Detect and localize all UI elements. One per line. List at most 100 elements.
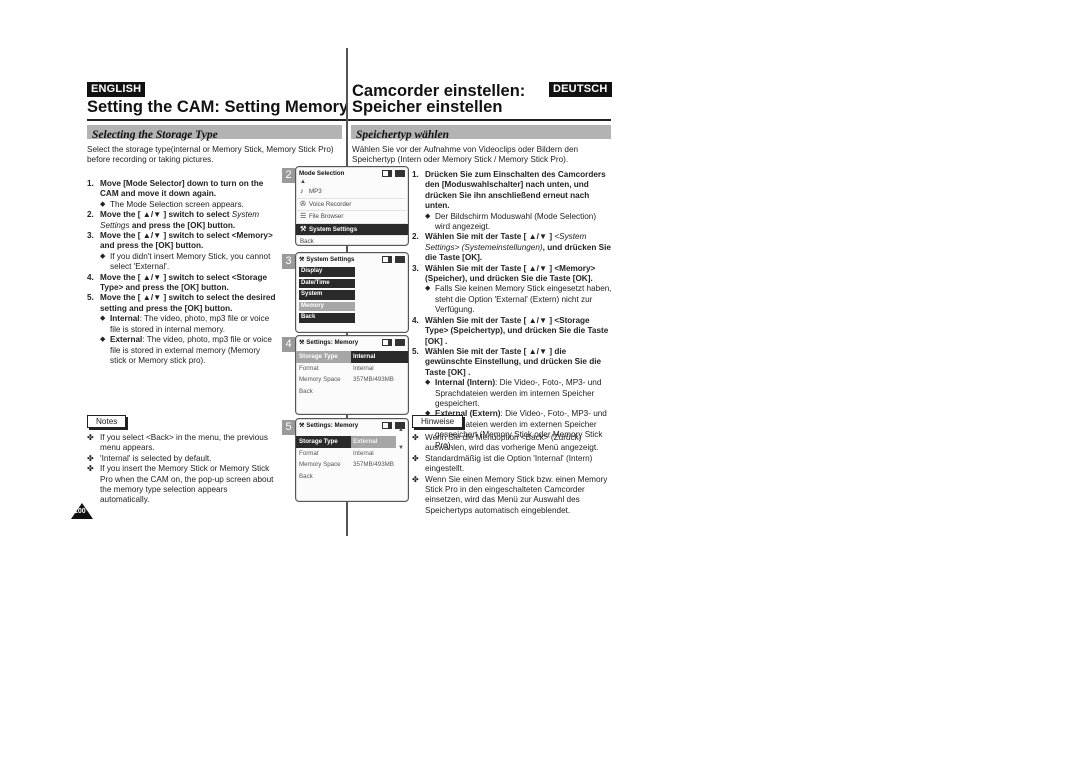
setting-key: Format — [299, 449, 319, 457]
step-number: 3. — [87, 231, 94, 241]
setting-row-back[interactable]: Back — [296, 386, 408, 398]
menu-item-label: Voice Recorder — [309, 200, 352, 208]
note-text: Wenn Sie einen Memory Stick bzw. einen M… — [425, 474, 608, 515]
menu-item-label: MP3 — [309, 188, 322, 195]
clover-bullet-icon: ✤ — [87, 464, 94, 474]
external-label: External — [110, 335, 143, 345]
screen-title: ⚒ Settings: Memory — [299, 421, 359, 429]
setting-row-back[interactable]: Back — [296, 471, 408, 483]
step-2: 2. Wählen Sie mit der Taste [ ▲/▼ ] <Syst… — [412, 232, 612, 263]
setting-key: Storage Type — [296, 351, 351, 363]
bullet-text: Internal: The video, photo, mp3 file or … — [110, 314, 277, 335]
screen-header: ⚒ Settings: Memory — [296, 419, 408, 431]
setting-key: Memory Space — [299, 376, 341, 383]
step-3: 3. Move the [ ▲/▼ ] switch to select <Me… — [87, 231, 277, 252]
step-text: Move the [ ▲/▼ ] switch to select <Memor… — [100, 231, 273, 251]
bullet-text: External: The video, photo, mp3 file or … — [110, 335, 277, 366]
menu-item-label: File Browser — [309, 213, 344, 220]
menu-item-back[interactable]: Back — [299, 313, 355, 323]
bullet-text: Der Bildschirm Moduswahl (Mode Selection… — [435, 211, 597, 232]
setting-row-format[interactable]: Format Internal — [296, 363, 408, 375]
screen-step-number: 4 — [282, 337, 295, 352]
step-text: Move the [ ▲/▼ ] switch to select the de… — [100, 293, 276, 313]
step-5: 5. Wählen Sie mit der Taste [ ▲/▼ ] die g… — [412, 347, 612, 378]
section-title-german: Speichertyp wählen — [356, 129, 449, 141]
step-text: Move the [ ▲/▼ ] switch to select <Stora… — [100, 272, 268, 293]
menu-item-memory[interactable]: Memory — [299, 301, 355, 311]
settings-icon: ⚒ — [300, 225, 307, 233]
section-title-english: Selecting the Storage Type — [92, 129, 218, 141]
language-badge-english: ENGLISH — [87, 82, 146, 97]
note-text: Wenn Sie die Menüoption <Back> (Zurück) … — [425, 433, 599, 453]
scroll-up-icon: ▲ — [300, 179, 306, 185]
step-number: 1. — [87, 179, 94, 188]
clover-bullet-icon: ✤ — [412, 453, 419, 463]
language-badge-german: DEUTSCH — [549, 82, 612, 97]
setting-value: Internal — [351, 351, 408, 363]
bullet-internal: ◆ Internal: The video, photo, mp3 file o… — [87, 314, 277, 335]
note-item: ✤ If you insert the Memory Stick or Memor… — [87, 464, 279, 506]
step-number: 2. — [412, 232, 419, 242]
bullet-no-memory-stick: ◆ If you didn't insert Memory Stick, you… — [87, 252, 277, 273]
setting-row-format[interactable]: Format Internal — [296, 448, 408, 460]
menu-item-system-settings[interactable]: ⚒ System Settings — [296, 223, 408, 236]
setting-row-memory-space: Memory Space 357MB/493MB — [296, 459, 408, 471]
note-item: ✤ If you select <Back> in the menu, the p… — [87, 433, 279, 454]
step-4: 4. Move the [ ▲/▼ ] switch to select <St… — [87, 273, 277, 294]
step-text-a: Move the [ ▲/▼ ] switch to select — [100, 210, 232, 220]
menu-item-system[interactable]: System — [299, 290, 355, 300]
setting-row-storage-type[interactable]: Storage Type External — [296, 436, 396, 448]
menu-item-file-browser[interactable]: ☰ File Browser — [296, 211, 408, 224]
setting-value: 357MB/493MB — [353, 461, 394, 468]
clover-bullet-icon: ✤ — [412, 433, 419, 442]
file-browser-icon: ☰ — [300, 213, 307, 220]
bullet-mode-selection: ◆ Der Bildschirm Moduswahl (Mode Selectio… — [412, 212, 612, 233]
section-bar-german: Speichertyp wählen — [351, 125, 611, 141]
setting-row-storage-type[interactable]: Storage Type Internal — [296, 351, 408, 363]
screen-step-number: 5 — [282, 420, 295, 435]
diamond-bullet-icon: ◆ — [100, 200, 106, 208]
setting-value: Internal — [353, 364, 374, 372]
bullet-text: If you didn't insert Memory Stick, you c… — [110, 251, 271, 272]
scroll-up-icon: ▲ — [398, 427, 404, 433]
step-text: Move the [ ▲/▼ ] switch to select System… — [100, 210, 277, 231]
internal-label: Internal (Intern) — [435, 378, 496, 388]
screen-title-text: System Settings — [306, 255, 355, 263]
menu-item-mp3[interactable]: ♪ MP3 — [296, 186, 408, 199]
menu-item-back[interactable]: Back — [296, 236, 408, 245]
step-number: 5. — [87, 293, 94, 303]
page-title-english: Setting the CAM: Setting Memory — [87, 98, 349, 116]
bullet-text: Falls Sie keinen Memory Stick eingesetzt… — [435, 284, 612, 315]
step-1: 1. Move [Mode Selector] down to turn on … — [87, 179, 277, 200]
menu-item-voice-recorder[interactable]: ✇ Voice Recorder — [296, 199, 408, 211]
note-item: ✤ 'Internal' is selected by default. — [87, 454, 279, 464]
step-text-b: and press the [OK] button. — [129, 220, 236, 230]
memory-card-icon — [382, 169, 392, 177]
bullet-no-memory-stick: ◆ Falls Sie keinen Memory Stick eingesetz… — [412, 284, 612, 315]
note-text: 'Internal' is selected by default. — [100, 453, 212, 463]
bullet-text: Internal (Intern): Die Video-, Foto-, MP… — [435, 378, 612, 409]
screen-title: Mode Selection — [299, 169, 345, 177]
step-text: Wählen Sie mit der Taste [ ▲/▼ ] die gew… — [425, 346, 602, 377]
menu-item-date-time[interactable]: Date/Time — [299, 278, 355, 288]
step-4: 4. Wählen Sie mit der Taste [ ▲/▼ ] <Stor… — [412, 316, 612, 347]
bullet-external: ◆ External: The video, photo, mp3 file o… — [87, 335, 277, 366]
intro-english: Select the storage type(internal or Memo… — [87, 145, 334, 165]
screen-title: ⚒ System Settings — [299, 255, 355, 263]
diamond-bullet-icon: ◆ — [425, 212, 431, 220]
clover-bullet-icon: ✤ — [87, 453, 94, 463]
screen-step-number: 3 — [282, 254, 295, 269]
page-number: 100 — [74, 508, 86, 515]
setting-value: 357MB/493MB — [353, 376, 394, 383]
note-item: ✤ Wenn Sie einen Memory Stick bzw. einen … — [412, 475, 612, 517]
screen-system-settings: ⚒ System Settings Display Date/Time Syst… — [295, 252, 409, 333]
steps-german: 1. Drücken Sie zum Einschalten des Camcor… — [412, 170, 612, 451]
step-1: 1. Drücken Sie zum Einschalten des Camcor… — [412, 170, 612, 212]
step-3: 3. Wählen Sie mit der Taste [ ▲/▼ ] <Memo… — [412, 264, 612, 285]
internal-label: Internal — [110, 314, 140, 324]
menu-item-display[interactable]: Display — [299, 267, 355, 277]
notes-label-english: Notes — [87, 415, 127, 428]
screen-step-number: 2 — [282, 168, 295, 183]
battery-icon — [395, 255, 405, 263]
bullet-internal: ◆ Internal (Intern): Die Video-, Foto-, M… — [412, 378, 612, 409]
